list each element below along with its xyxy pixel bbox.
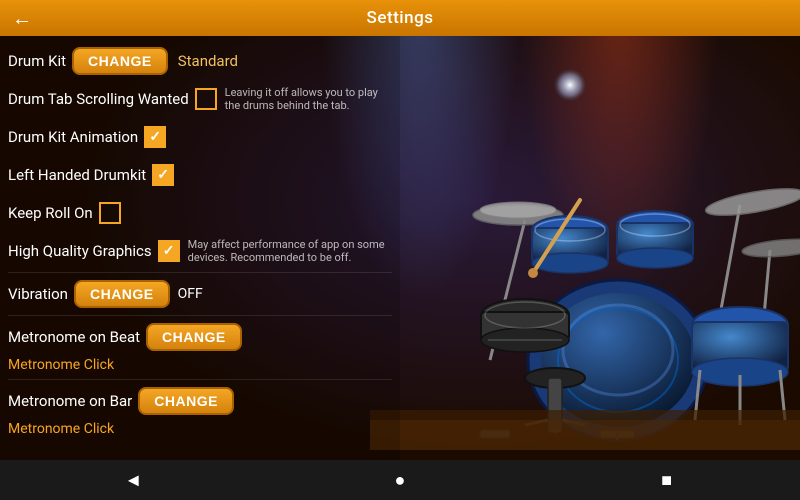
- vibration-row: Vibration CHANGE OFF: [8, 275, 392, 313]
- metronome-beat-label: Metronome on Beat: [8, 328, 140, 346]
- checkmark-icon-2: ✓: [157, 168, 169, 182]
- drum-kit-animation-row: Drum Kit Animation ✓: [8, 118, 392, 156]
- drum-kit-visual: [370, 30, 800, 460]
- metronome-bar-row: Metronome on Bar CHANGE: [8, 382, 392, 420]
- vibration-value: OFF: [178, 286, 203, 302]
- drum-kit-animation-checkbox[interactable]: ✓: [144, 126, 166, 148]
- high-quality-graphics-label: High Quality Graphics: [8, 242, 152, 260]
- vibration-change-button[interactable]: CHANGE: [74, 280, 170, 308]
- drum-tab-scrolling-checkbox[interactable]: [195, 88, 217, 110]
- keep-roll-on-row: Keep Roll On: [8, 194, 392, 232]
- drum-tab-scrolling-label: Drum Tab Scrolling Wanted: [8, 90, 189, 108]
- nav-bar: ◄ ● ■: [0, 460, 800, 500]
- left-handed-drumkit-checkbox[interactable]: ✓: [152, 164, 174, 186]
- nav-recent-button[interactable]: ■: [642, 470, 692, 491]
- metronome-bar-change-button[interactable]: CHANGE: [138, 387, 234, 415]
- nav-home-button[interactable]: ●: [375, 470, 425, 491]
- drum-kit-animation-label: Drum Kit Animation: [8, 128, 138, 146]
- high-quality-graphics-checkbox[interactable]: ✓: [158, 240, 180, 262]
- keep-roll-on-label: Keep Roll On: [8, 204, 93, 222]
- drum-tab-scrolling-row: Drum Tab Scrolling Wanted Leaving it off…: [8, 80, 392, 118]
- metronome-beat-row: Metronome on Beat CHANGE: [8, 318, 392, 356]
- header-title: Settings: [367, 8, 434, 28]
- metronome-bar-click-label[interactable]: Metronome Click: [8, 420, 392, 441]
- vibration-label: Vibration: [8, 285, 68, 303]
- metronome-beat-change-button[interactable]: CHANGE: [146, 323, 242, 351]
- metronome-bar-label: Metronome on Bar: [8, 392, 132, 410]
- checkmark-icon: ✓: [149, 130, 161, 144]
- left-handed-drumkit-label: Left Handed Drumkit: [8, 166, 146, 184]
- metronome-beat-click-label[interactable]: Metronome Click: [8, 356, 392, 377]
- divider-1: [8, 272, 392, 273]
- drum-kit-value: Standard: [178, 52, 238, 70]
- keep-roll-on-checkbox[interactable]: [99, 202, 121, 224]
- back-button[interactable]: ←: [12, 6, 32, 31]
- high-quality-graphics-row: High Quality Graphics ✓ May affect perfo…: [8, 232, 392, 270]
- divider-2: [8, 315, 392, 316]
- high-quality-graphics-hint: May affect performance of app on some de…: [188, 238, 392, 264]
- divider-3: [8, 379, 392, 380]
- header-bar: ← Settings: [0, 0, 800, 36]
- checkmark-icon-3: ✓: [163, 244, 175, 258]
- drum-tab-scrolling-hint: Leaving it off allows you to play the dr…: [225, 86, 392, 112]
- drum-kit-row: Drum Kit CHANGE Standard: [8, 42, 392, 80]
- left-handed-drumkit-row: Left Handed Drumkit ✓: [8, 156, 392, 194]
- nav-back-button[interactable]: ◄: [108, 470, 158, 491]
- drum-kit-label: Drum Kit: [8, 52, 66, 70]
- settings-panel: Drum Kit CHANGE Standard Drum Tab Scroll…: [0, 36, 400, 460]
- drum-kit-change-button[interactable]: CHANGE: [72, 47, 168, 75]
